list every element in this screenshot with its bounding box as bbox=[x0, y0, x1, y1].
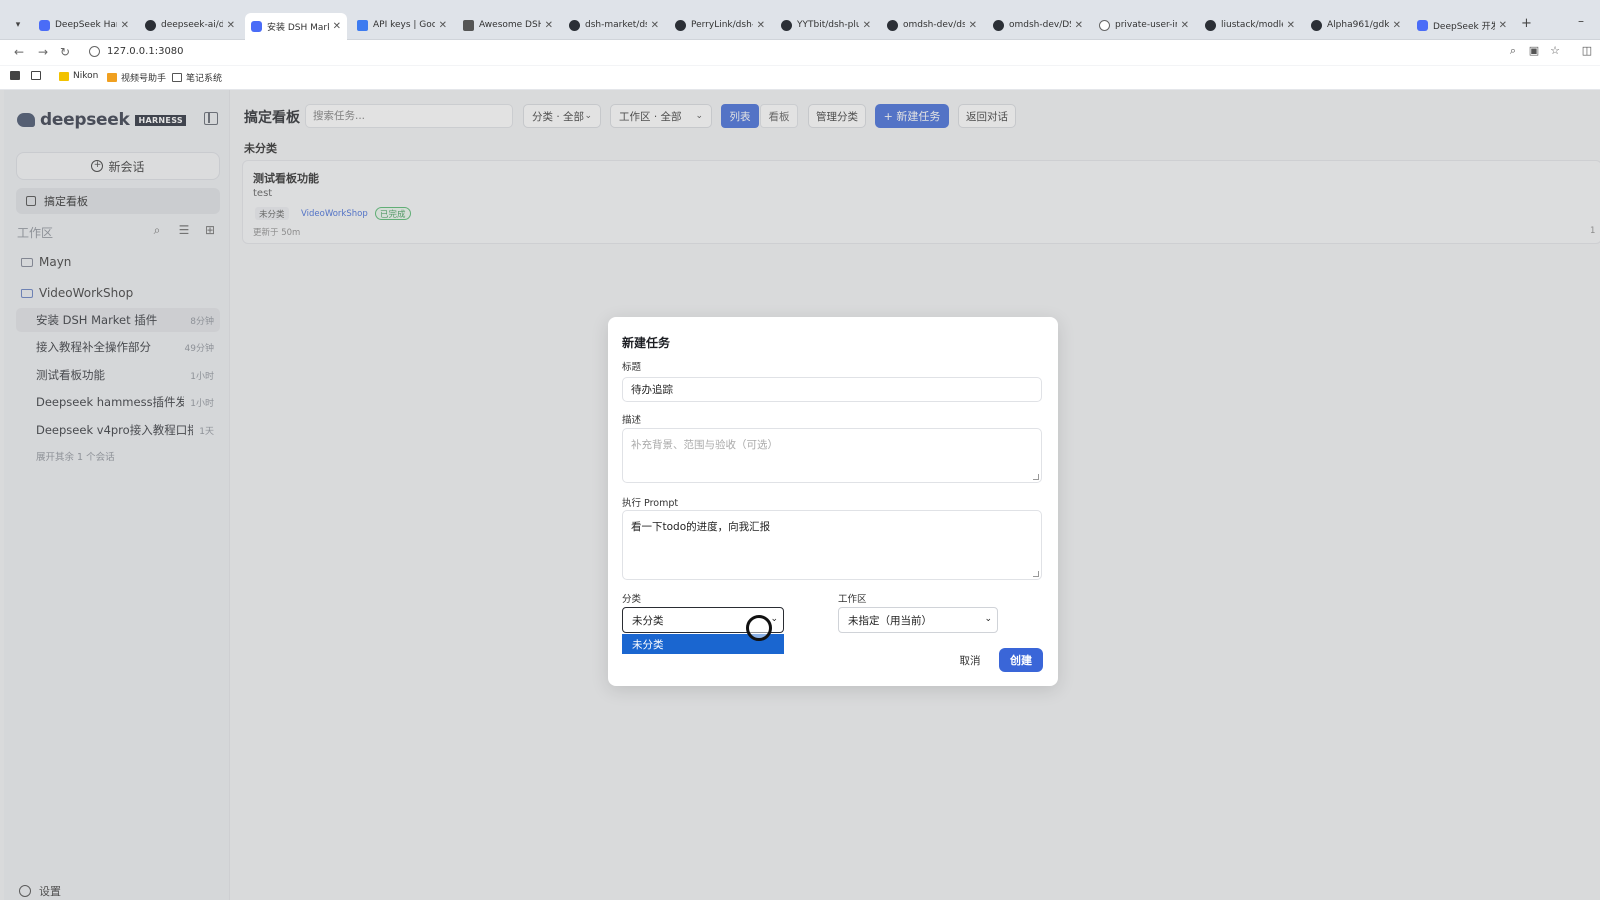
window-minimize-button[interactable]: – bbox=[1578, 14, 1584, 28]
prompt-label: 执行 Prompt bbox=[622, 498, 679, 509]
apps-icon[interactable] bbox=[10, 71, 24, 80]
close-icon[interactable]: ✕ bbox=[1075, 20, 1083, 31]
github-icon bbox=[993, 19, 1004, 31]
doc-icon bbox=[463, 19, 474, 31]
create-button[interactable]: 创建 bbox=[999, 648, 1043, 672]
forward-button[interactable]: → bbox=[38, 45, 48, 59]
deepseek-icon bbox=[39, 19, 50, 31]
browser-tab[interactable]: PerryLink/dsh-c✕ bbox=[669, 15, 771, 35]
github-icon bbox=[1205, 19, 1216, 31]
close-icon[interactable]: ✕ bbox=[1393, 20, 1401, 31]
bookmark-notes[interactable]: 笔记系统 bbox=[172, 71, 222, 84]
github-icon bbox=[675, 19, 686, 31]
description-textarea[interactable]: 补充背景、范围与验收（可选） bbox=[622, 428, 1042, 483]
github-icon bbox=[569, 19, 580, 31]
deepseek-icon bbox=[1417, 19, 1428, 31]
reload-button[interactable]: ↻ bbox=[60, 45, 70, 59]
bookmark-nikon[interactable]: Nikon bbox=[59, 71, 98, 81]
url-text[interactable]: 127.0.0.1:3080 bbox=[107, 46, 184, 57]
github-icon bbox=[145, 19, 156, 31]
browser-tab[interactable]: omdsh-dev/DS ✕ bbox=[987, 15, 1089, 35]
close-icon[interactable]: ✕ bbox=[121, 20, 129, 31]
workspace-label: 工作区 bbox=[838, 594, 867, 605]
chevron-down-icon: ⌄ bbox=[984, 614, 992, 624]
browser-tab[interactable]: Alpha961/gdkar✕ bbox=[1305, 15, 1407, 35]
video-assistant-icon bbox=[107, 73, 117, 82]
close-icon[interactable]: ✕ bbox=[545, 20, 553, 31]
github-icon bbox=[1311, 19, 1322, 31]
zoom-icon[interactable]: ⌕ bbox=[1507, 45, 1519, 57]
browser-tab[interactable]: API keys | Googl✕ bbox=[351, 15, 453, 35]
close-icon[interactable]: ✕ bbox=[1181, 20, 1189, 31]
close-icon[interactable]: ✕ bbox=[757, 20, 765, 31]
site-info-icon[interactable] bbox=[89, 46, 100, 57]
prompt-textarea[interactable]: 看一下todo的进度，向我汇报 bbox=[622, 510, 1042, 580]
bookmarks-bar bbox=[0, 66, 1600, 90]
mouse-cursor-indicator bbox=[746, 615, 772, 641]
browser-tab[interactable]: private-user-im✕ bbox=[1093, 15, 1195, 35]
browser-tab[interactable]: YYTbit/dsh-plug✕ bbox=[775, 15, 877, 35]
close-icon[interactable]: ✕ bbox=[227, 20, 235, 31]
browser-tab[interactable]: liustack/modler✕ bbox=[1199, 15, 1301, 35]
browser-tab[interactable]: Awesome DSH |✕ bbox=[457, 15, 559, 35]
back-button[interactable]: ← bbox=[14, 45, 24, 59]
github-icon bbox=[887, 19, 898, 31]
resize-handle-icon[interactable] bbox=[1033, 571, 1039, 577]
browser-tab[interactable]: dsh-market/dsh✕ bbox=[563, 15, 665, 35]
google-icon bbox=[357, 19, 368, 31]
new-tab-button[interactable]: + bbox=[1521, 16, 1532, 31]
bookmark-video-assistant[interactable]: 视频号助手 bbox=[107, 71, 166, 84]
browser-tab[interactable]: omdsh-dev/dsh✕ bbox=[881, 15, 983, 35]
bookmark-star-icon[interactable]: ☆ bbox=[1549, 45, 1561, 57]
title-label: 标题 bbox=[622, 362, 642, 373]
close-icon[interactable]: ✕ bbox=[439, 20, 447, 31]
nikon-icon bbox=[59, 71, 69, 81]
install-app-icon[interactable]: ▣ bbox=[1528, 45, 1540, 57]
extensions-icon[interactable]: ◫ bbox=[1581, 45, 1593, 57]
category-label: 分类 bbox=[622, 594, 642, 605]
modal-title: 新建任务 bbox=[622, 336, 671, 350]
close-icon[interactable]: ✕ bbox=[333, 21, 341, 32]
close-icon[interactable]: ✕ bbox=[863, 20, 871, 31]
cancel-button[interactable]: 取消 bbox=[951, 649, 989, 671]
github-icon bbox=[781, 19, 792, 31]
browser-tab[interactable]: DeepSeek 开发 ✕ bbox=[1411, 15, 1513, 35]
browser-tab[interactable]: deepseek-ai/dee✕ bbox=[139, 15, 241, 35]
browser-tab[interactable]: DeepSeek Harn✕ bbox=[33, 15, 135, 35]
address-bar bbox=[0, 40, 1600, 65]
close-icon[interactable]: ✕ bbox=[969, 20, 977, 31]
title-input[interactable]: 待办追踪 bbox=[622, 377, 1042, 402]
workspace-select[interactable]: 未指定（用当前） ⌄ bbox=[838, 607, 998, 633]
globe-icon bbox=[1099, 19, 1110, 31]
chevron-down-icon: ⌄ bbox=[770, 614, 778, 624]
close-icon[interactable]: ✕ bbox=[651, 20, 659, 31]
deepseek-icon bbox=[251, 21, 262, 32]
folder-icon bbox=[172, 73, 182, 82]
grid-icon[interactable] bbox=[31, 71, 45, 80]
browser-tab[interactable]: 安装 DSH Marke✕ bbox=[245, 13, 347, 40]
close-icon[interactable]: ✕ bbox=[1499, 20, 1507, 31]
resize-handle-icon[interactable] bbox=[1033, 474, 1039, 480]
close-icon[interactable]: ✕ bbox=[1287, 20, 1295, 31]
description-label: 描述 bbox=[622, 415, 642, 426]
tab-search-dropdown[interactable]: ▾ bbox=[10, 17, 26, 33]
